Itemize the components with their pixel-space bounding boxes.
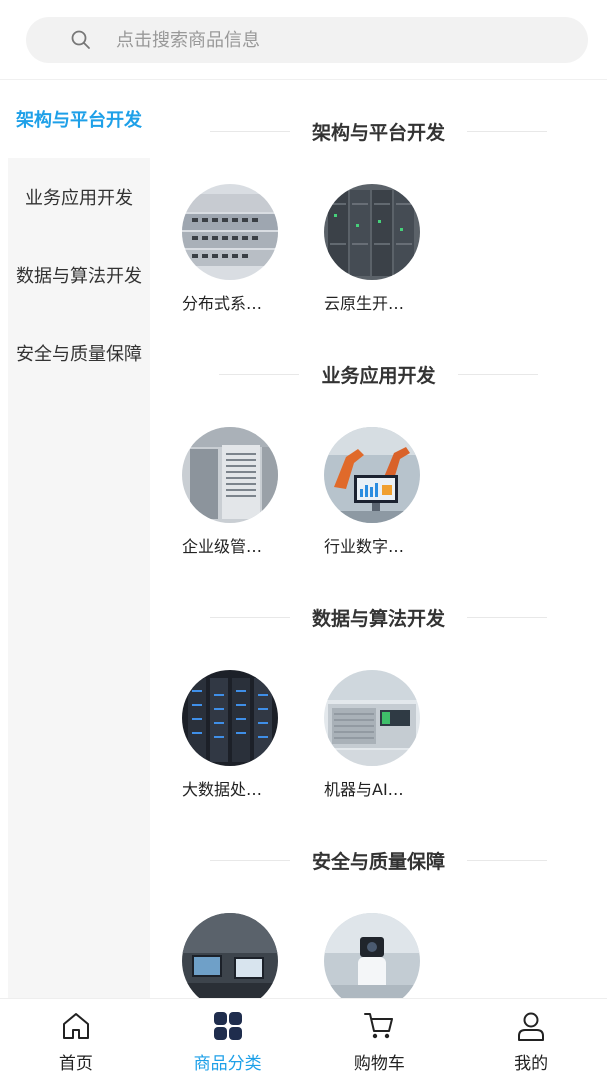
divider [209,859,290,861]
product-item[interactable]: 大数据处… [182,670,282,800]
section-header: 业务应用开发 [150,359,607,389]
product-image [324,670,420,766]
divider [467,616,547,618]
tab-profile[interactable]: 我的 [455,999,607,1080]
product-name: 机器与AI… [324,780,404,799]
product-name: 云原生开… [324,294,405,313]
sidebar-item-data-algorithms[interactable]: 数据与算法开发 [8,236,150,314]
product-image [182,184,278,280]
sidebar-item-label: 安全与质量保障 [16,344,142,365]
product-name: 行业数字… [324,537,405,556]
divider [467,859,547,861]
sidebar-background [8,470,150,998]
section-title: 安全与质量保障 [311,850,445,873]
section-title: 数据与算法开发 [311,607,445,630]
divider [209,616,290,618]
section-header: 数据与算法开发 [150,602,607,632]
bottom-tab-bar: 首页 商品分类 购物车 我的 [0,998,607,1080]
sidebar-item-security-quality[interactable]: 安全与质量保障 [8,314,150,392]
user-icon [514,1009,548,1043]
sidebar-spacer [8,392,150,470]
section-header: 安全与质量保障 [150,845,607,875]
search-header [0,0,607,80]
tab-category[interactable]: 商品分类 [152,999,304,1080]
search-input[interactable] [116,29,536,51]
product-image [182,913,278,998]
category-icon [211,1009,245,1043]
tab-label: 我的 [514,1054,549,1074]
divider [219,373,300,375]
sidebar-item-business-apps[interactable]: 业务应用开发 [8,158,150,236]
product-item[interactable]: 行业数字… [324,427,424,557]
search-icon [70,29,92,51]
sidebar-item-label: 数据与算法开发 [16,266,142,287]
product-image [324,184,420,280]
product-image [324,913,420,998]
product-name: 分布式系… [182,294,263,313]
sidebar-item-architecture[interactable]: 架构与平台开发 [8,80,150,158]
sidebar-item-label: 业务应用开发 [25,188,133,209]
product-item[interactable]: 分布式系… [182,184,282,314]
search-bar[interactable] [26,17,588,63]
product-image [182,670,278,766]
home-icon [59,1009,93,1043]
tab-home[interactable]: 首页 [0,999,152,1080]
divider [209,130,290,132]
tab-label: 首页 [58,1054,93,1074]
product-item[interactable]: 企业级管… [182,427,282,557]
product-name: 企业级管… [182,537,263,556]
tab-label: 购物车 [353,1054,405,1074]
section-title: 业务应用开发 [321,364,436,387]
tab-cart[interactable]: 购物车 [304,999,456,1080]
tab-label: 商品分类 [193,1054,262,1074]
category-sidebar: 架构与平台开发 业务应用开发 数据与算法开发 安全与质量保障 [8,80,150,998]
product-image [182,427,278,523]
product-item[interactable]: 云原生开… [324,184,424,314]
divider [467,130,547,132]
divider [457,373,538,375]
section-header: 架构与平台开发 [150,116,607,146]
sidebar-item-label: 架构与平台开发 [16,110,142,131]
product-name: 大数据处… [182,780,263,799]
category-content: 架构与平台开发 分布式系… 云原生开… 业务应用开发 企业级管… 行业数字… 数… [150,80,607,998]
product-item[interactable]: 机器与AI… [324,670,424,800]
product-item[interactable] [182,913,282,998]
cart-icon [362,1009,396,1043]
product-item[interactable] [324,913,424,998]
product-image [324,427,420,523]
section-title: 架构与平台开发 [311,121,445,144]
